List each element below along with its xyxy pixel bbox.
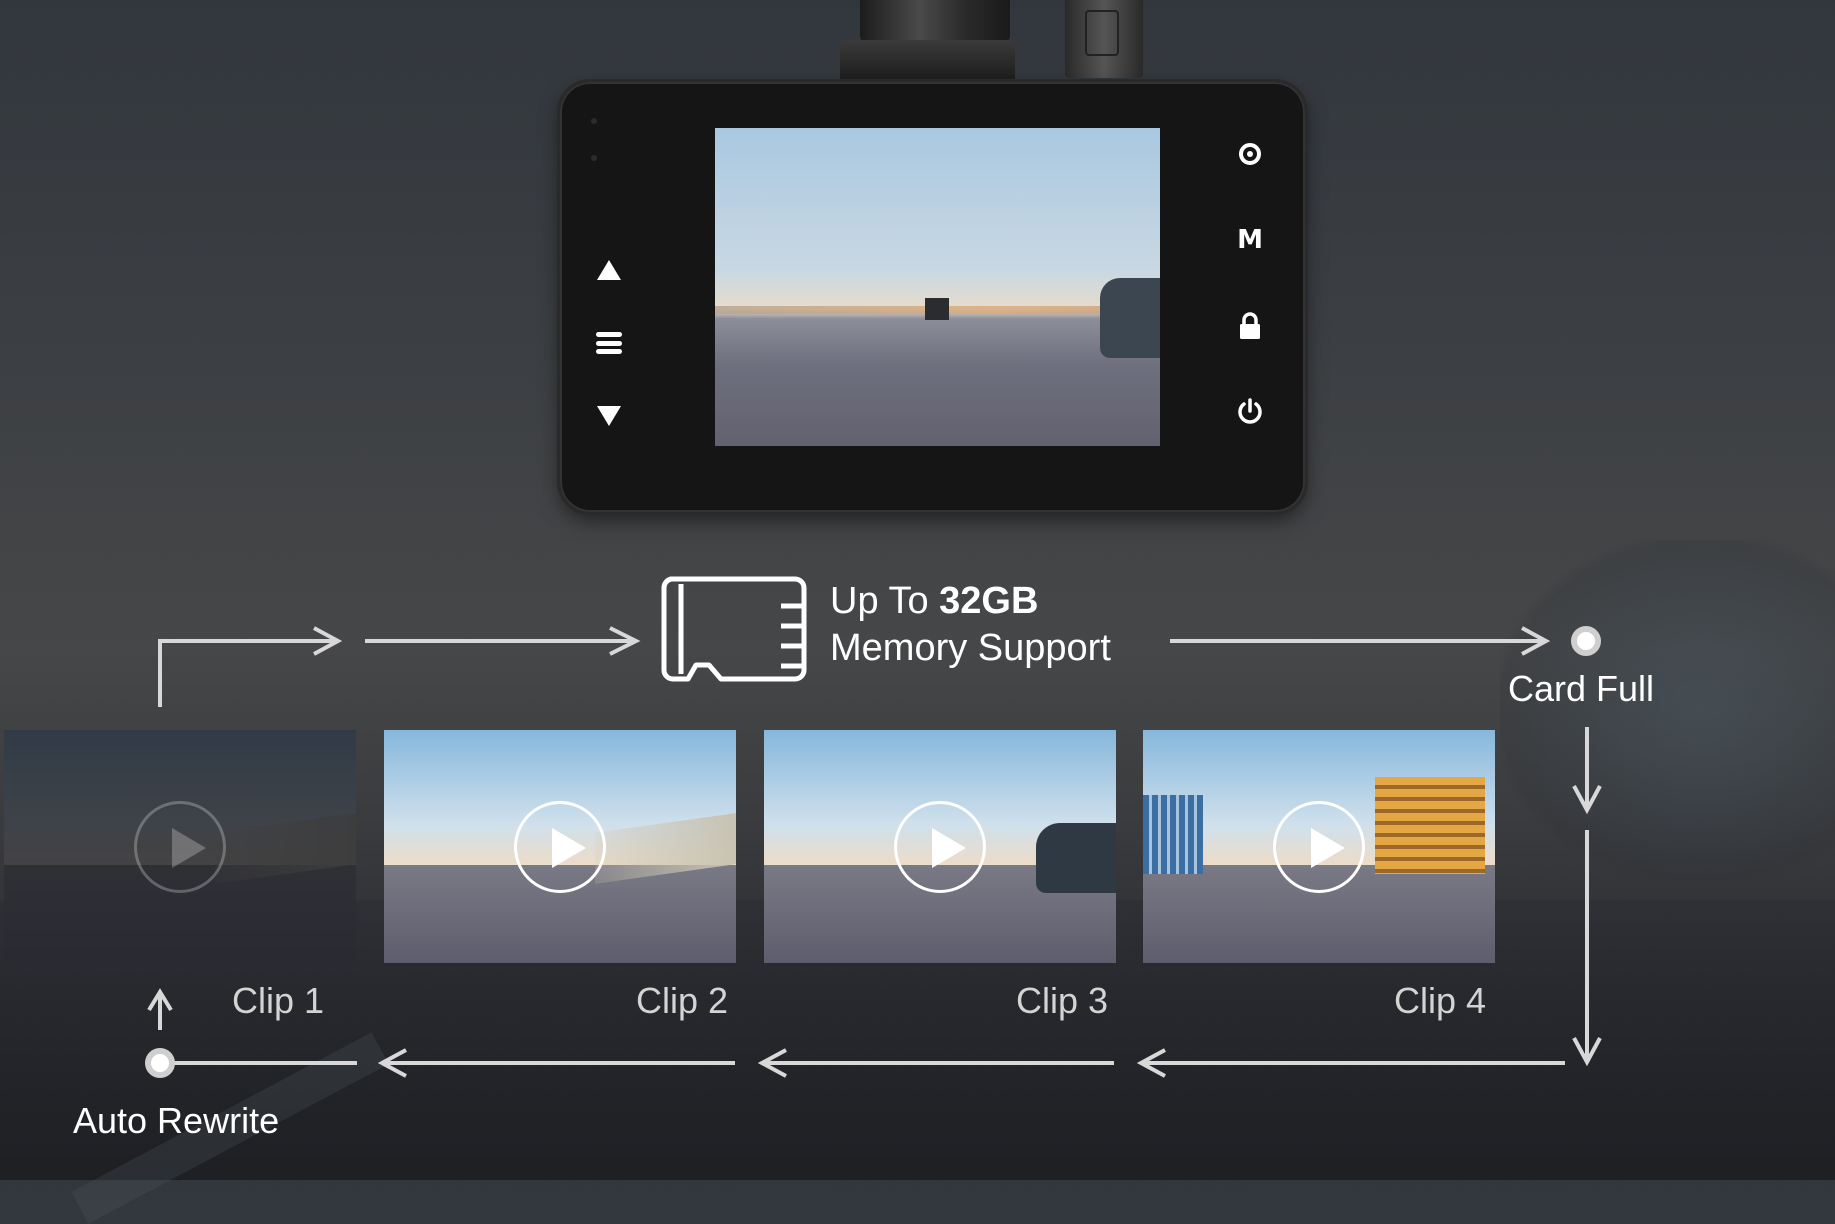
card-full-label: Card Full [1508,668,1655,709]
flow-diagram [145,626,1602,1078]
card-full-node [1571,626,1601,656]
auto-rewrite-node [145,1048,175,1078]
flow-line-start [158,639,336,707]
auto-rewrite-label: Auto Rewrite [73,1100,280,1141]
